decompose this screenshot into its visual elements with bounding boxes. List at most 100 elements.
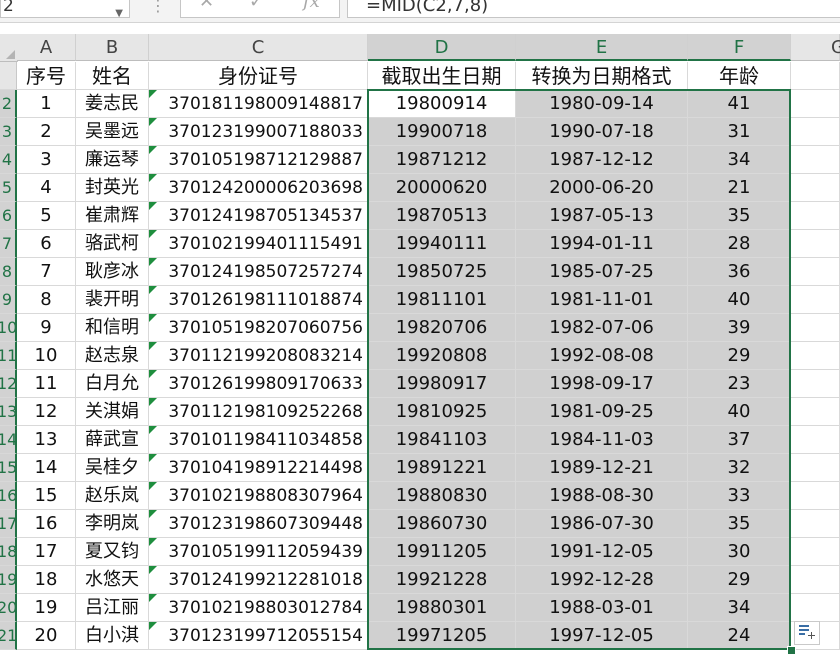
cell-age[interactable]: 31 [688, 118, 791, 146]
cell-birth-date[interactable]: 1991-12-05 [516, 538, 688, 566]
cell-birth-extract[interactable]: 19971205 [368, 622, 516, 650]
row-header[interactable]: 18 [0, 538, 17, 566]
cell-id-number[interactable]: 370123199007188033 [149, 118, 368, 146]
row-header[interactable]: 20 [0, 594, 17, 622]
cell-number[interactable]: 16 [17, 510, 76, 538]
empty-cell[interactable] [791, 90, 840, 118]
header-cell[interactable]: 身份证号 [149, 62, 368, 90]
cell-age[interactable]: 34 [688, 146, 791, 174]
cell-age[interactable]: 33 [688, 482, 791, 510]
cell-id-number[interactable]: 370102198808307964 [149, 482, 368, 510]
row-header[interactable]: 3 [0, 118, 17, 146]
cell-age[interactable]: 40 [688, 398, 791, 426]
empty-cell[interactable] [791, 230, 840, 258]
close-icon[interactable]: ✕ [199, 0, 214, 12]
cell-number[interactable]: 4 [17, 174, 76, 202]
cell-name[interactable]: 关淇娟 [76, 398, 149, 426]
empty-cell[interactable] [791, 174, 840, 202]
cell-birth-extract[interactable]: 19940111 [368, 230, 516, 258]
cell-number[interactable]: 10 [17, 342, 76, 370]
cell-birth-extract[interactable]: 19811101 [368, 286, 516, 314]
row-header[interactable]: 16 [0, 482, 17, 510]
row-header[interactable]: 4 [0, 146, 17, 174]
cell-age[interactable]: 32 [688, 454, 791, 482]
select-all-button[interactable] [0, 34, 18, 62]
cell-name[interactable]: 吴桂夕 [76, 454, 149, 482]
column-header-f[interactable]: F [688, 34, 791, 61]
cell-name[interactable]: 骆武柯 [76, 230, 149, 258]
cell-id-number[interactable]: 370102199401115491 [149, 230, 368, 258]
cell-birth-date[interactable]: 2000-06-20 [516, 174, 688, 202]
empty-cell[interactable] [791, 566, 840, 594]
cell-birth-date[interactable]: 1992-08-08 [516, 342, 688, 370]
cell-id-number[interactable]: 370126199809170633 [149, 370, 368, 398]
checkmark-icon[interactable]: ✓ [249, 0, 264, 12]
cell-birth-extract[interactable]: 19891221 [368, 454, 516, 482]
empty-cell[interactable] [791, 482, 840, 510]
cell-birth-extract[interactable]: 19911205 [368, 538, 516, 566]
row-header[interactable]: 2 [0, 90, 17, 118]
cell-id-number[interactable]: 370124198705134537 [149, 202, 368, 230]
empty-cell[interactable] [791, 426, 840, 454]
cell-name[interactable]: 封英光 [76, 174, 149, 202]
cell-birth-extract[interactable]: 19880301 [368, 594, 516, 622]
empty-cell[interactable] [791, 146, 840, 174]
cell-birth-date[interactable]: 1997-12-05 [516, 622, 688, 650]
column-header-a[interactable]: A [17, 34, 76, 61]
empty-cell[interactable] [791, 454, 840, 482]
empty-cell[interactable] [791, 118, 840, 146]
cell-name[interactable]: 赵志泉 [76, 342, 149, 370]
header-cell[interactable]: 转换为日期格式 [516, 62, 688, 90]
cell-birth-extract[interactable]: 19870513 [368, 202, 516, 230]
row-header[interactable]: 14 [0, 426, 17, 454]
empty-cell[interactable] [791, 538, 840, 566]
more-options-icon[interactable]: ⋮ [150, 0, 166, 15]
cell-name[interactable]: 崔肃辉 [76, 202, 149, 230]
cell-name[interactable]: 薛武宣 [76, 426, 149, 454]
cell-number[interactable]: 1 [17, 90, 76, 118]
cell-age[interactable]: 37 [688, 426, 791, 454]
row-header[interactable]: 9 [0, 286, 17, 314]
column-header-g[interactable]: G [791, 34, 840, 61]
cell-birth-date[interactable]: 1998-09-17 [516, 370, 688, 398]
cell-id-number[interactable]: 370124198507257274 [149, 258, 368, 286]
cell-birth-extract[interactable]: 19841103 [368, 426, 516, 454]
fx-icon[interactable]: fx [303, 0, 320, 12]
name-box[interactable]: 2 ▼ [0, 0, 130, 19]
header-cell[interactable]: 姓名 [76, 62, 149, 90]
empty-cell[interactable] [791, 594, 840, 622]
cell-birth-date[interactable]: 1986-07-30 [516, 510, 688, 538]
cell-name[interactable]: 吕江丽 [76, 594, 149, 622]
column-header-b[interactable]: B [76, 34, 149, 61]
cell-birth-date[interactable]: 1994-01-11 [516, 230, 688, 258]
cell-name[interactable]: 赵乐岚 [76, 482, 149, 510]
cell-name[interactable]: 白小淇 [76, 622, 149, 650]
cell-age[interactable]: 40 [688, 286, 791, 314]
row-header[interactable]: 12 [0, 370, 17, 398]
cell-number[interactable]: 15 [17, 482, 76, 510]
cell-age[interactable]: 24 [688, 622, 791, 650]
header-cell[interactable]: 截取出生日期 [368, 62, 516, 90]
cell-id-number[interactable]: 370124200006203698 [149, 174, 368, 202]
cell-birth-date[interactable]: 1988-03-01 [516, 594, 688, 622]
cell-age[interactable]: 21 [688, 174, 791, 202]
row-header[interactable]: 7 [0, 230, 17, 258]
cell-age[interactable]: 30 [688, 538, 791, 566]
cell-age[interactable]: 29 [688, 566, 791, 594]
cell-birth-extract[interactable]: 19810925 [368, 398, 516, 426]
cell-name[interactable]: 水悠天 [76, 566, 149, 594]
row-header[interactable]: 21 [0, 622, 17, 650]
cell-age[interactable]: 39 [688, 314, 791, 342]
cell-number[interactable]: 12 [17, 398, 76, 426]
row-header[interactable]: 19 [0, 566, 17, 594]
cell-name[interactable]: 和信明 [76, 314, 149, 342]
cell-birth-date[interactable]: 1982-07-06 [516, 314, 688, 342]
row-header[interactable]: 17 [0, 510, 17, 538]
cell-birth-date[interactable]: 1981-09-25 [516, 398, 688, 426]
cell-number[interactable]: 3 [17, 146, 76, 174]
cell-birth-extract[interactable]: 19921228 [368, 566, 516, 594]
cell-name[interactable]: 夏又钧 [76, 538, 149, 566]
row-header[interactable]: 15 [0, 454, 17, 482]
cell-number[interactable]: 8 [17, 286, 76, 314]
cell-age[interactable]: 41 [688, 90, 791, 118]
